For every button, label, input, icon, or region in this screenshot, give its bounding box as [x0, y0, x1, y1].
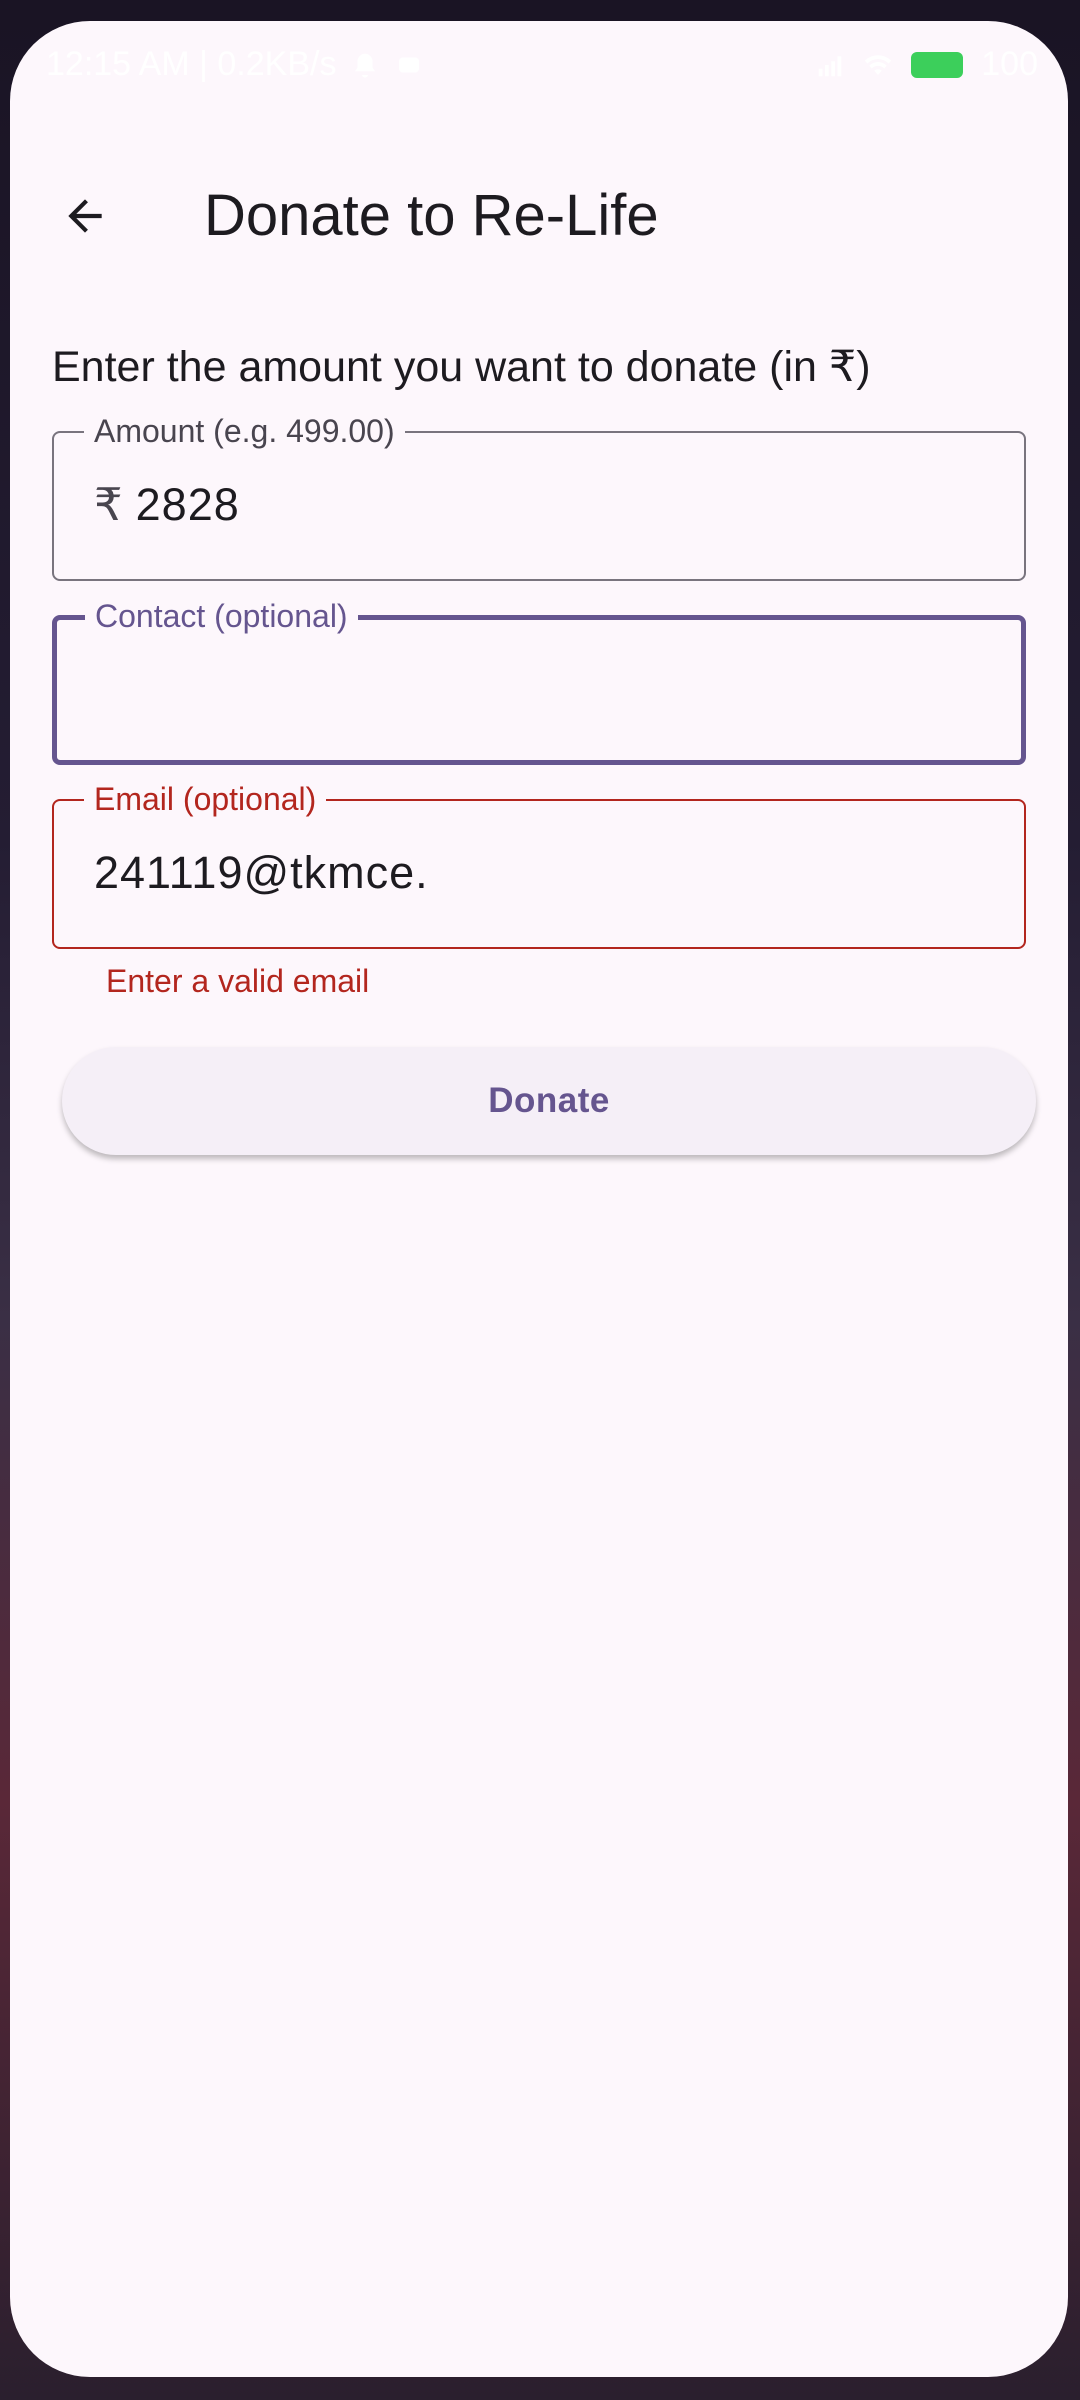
amount-value: ₹2828	[94, 477, 240, 533]
status-right: 100	[815, 45, 1038, 84]
amount-field[interactable]: Amount (e.g. 499.00) ₹2828	[52, 409, 1026, 581]
battery-level: 100	[981, 45, 1038, 83]
status-time: 12:15 AM | 0.2KB/s	[46, 45, 337, 83]
wifi-icon	[865, 54, 892, 75]
donate-button[interactable]: Donate	[62, 1047, 1036, 1155]
signal-icon	[819, 55, 842, 76]
page-title: Donate to Re-Life	[204, 183, 659, 248]
amount-input-text: 2828	[135, 479, 240, 530]
rupee-prefix: ₹	[94, 479, 124, 530]
notification-bell-icon	[355, 53, 376, 77]
contact-field[interactable]: Contact (optional)	[52, 594, 1026, 765]
email-field-label: Email (optional)	[84, 777, 327, 821]
email-error-text: Enter a valid email	[106, 963, 370, 999]
arrow-back-icon	[68, 199, 102, 233]
app-screen: 12:15 AM | 0.2KB/s 100 Donate to Re-Life…	[10, 21, 1068, 2377]
battery-icon	[911, 51, 964, 78]
email-field[interactable]: Email (optional) 241119@tkmce.	[52, 777, 1026, 949]
app-notification-icon	[399, 57, 420, 72]
back-button[interactable]	[44, 175, 126, 257]
email-input-text: 241119@tkmce.	[94, 847, 429, 898]
status-bar: 12:15 AM | 0.2KB/s 100	[10, 21, 1068, 111]
donation-prompt: Enter the amount you want to donate (in …	[52, 343, 871, 391]
app-bar: Donate to Re-Life	[10, 151, 1068, 281]
status-left: 12:15 AM | 0.2KB/s	[46, 45, 424, 84]
amount-field-label: Amount (e.g. 499.00)	[84, 409, 405, 453]
contact-field-label: Contact (optional)	[85, 594, 358, 638]
